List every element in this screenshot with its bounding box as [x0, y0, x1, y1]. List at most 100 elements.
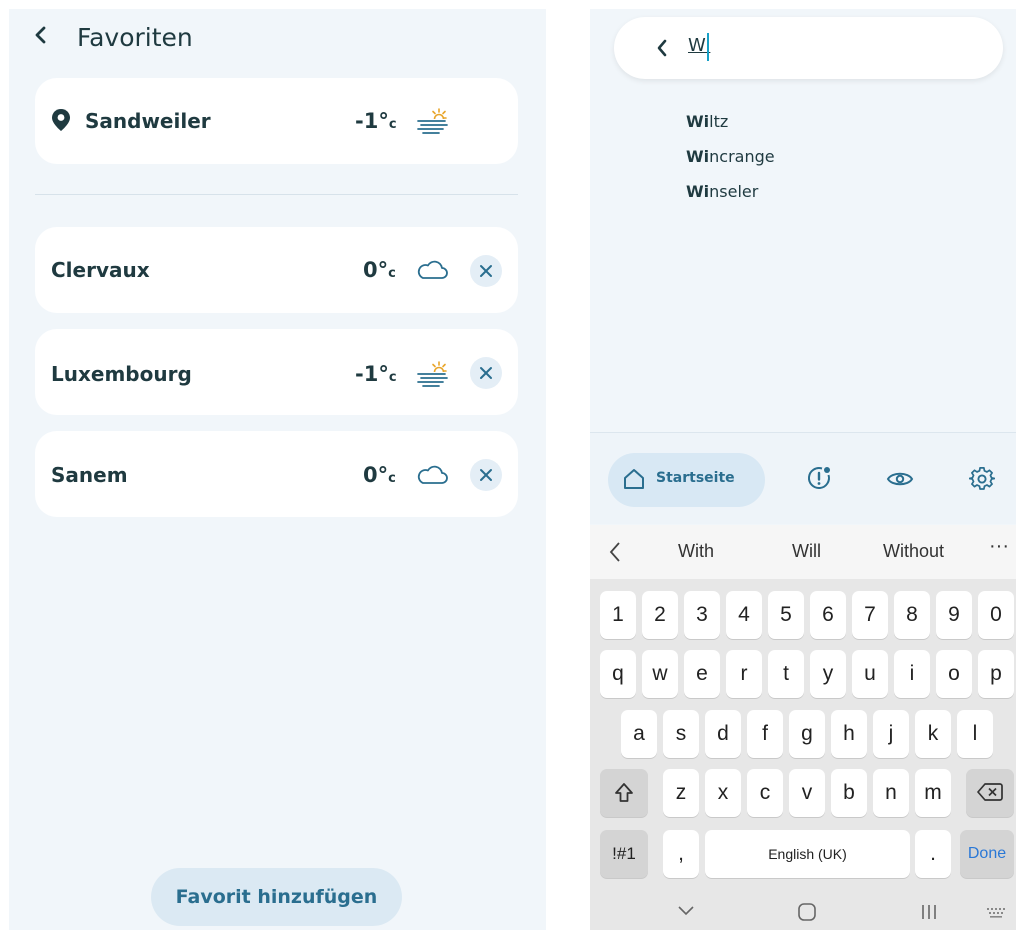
fog-sun-icon: [417, 361, 448, 387]
nav-home-label: Startseite: [656, 470, 735, 486]
prediction-word[interactable]: Without: [883, 541, 944, 562]
cloud-icon: [417, 260, 448, 279]
temperature: -1°c: [355, 362, 397, 386]
keyboard-switch-icon[interactable]: [986, 906, 1008, 920]
key[interactable]: k: [915, 710, 951, 758]
period-key[interactable]: .: [915, 830, 951, 878]
key[interactable]: p: [978, 650, 1014, 698]
home-nav-icon[interactable]: [797, 902, 817, 922]
bottom-navigation: Startseite: [590, 432, 1016, 524]
key[interactable]: 3: [684, 591, 720, 639]
suggestion-item[interactable]: Wiltz: [686, 112, 728, 131]
location-name: Clervaux: [51, 258, 150, 282]
suggestion-item[interactable]: Wincrange: [686, 147, 775, 166]
remove-favorite-button[interactable]: [470, 459, 502, 491]
key[interactable]: a: [621, 710, 657, 758]
favorite-card[interactable]: Luxembourg -1°c: [35, 329, 518, 415]
key[interactable]: z: [663, 769, 699, 817]
search-screen: Wi Wiltz Wincrange Winseler Startseite W…: [590, 9, 1016, 930]
cloud-icon: [417, 465, 448, 484]
key[interactable]: c: [747, 769, 783, 817]
fog-sun-icon: [417, 108, 448, 134]
key[interactable]: o: [936, 650, 972, 698]
location-pin-icon: [52, 109, 70, 131]
key[interactable]: t: [768, 650, 804, 698]
symbols-key[interactable]: !#1: [600, 830, 648, 878]
key[interactable]: 0: [978, 591, 1014, 639]
temperature: -1°c: [355, 109, 397, 133]
alert-icon[interactable]: [806, 465, 832, 491]
close-icon: [480, 265, 492, 277]
key[interactable]: 8: [894, 591, 930, 639]
on-screen-keyboard: With Will Without ··· 1 2 3 4 5 6 7 8 9 …: [590, 525, 1016, 930]
space-key[interactable]: English (UK): [705, 830, 910, 878]
back-chevron-icon[interactable]: [29, 23, 53, 47]
key[interactable]: n: [873, 769, 909, 817]
temperature: 0°c: [363, 463, 396, 487]
key[interactable]: 1: [600, 591, 636, 639]
backspace-icon: [977, 783, 1003, 801]
remove-favorite-button[interactable]: [470, 255, 502, 287]
key[interactable]: r: [726, 650, 762, 698]
key[interactable]: x: [705, 769, 741, 817]
key[interactable]: y: [810, 650, 846, 698]
favorite-card[interactable]: Sanem 0°c: [35, 431, 518, 517]
key[interactable]: v: [789, 769, 825, 817]
home-icon: [624, 469, 644, 489]
add-favorite-label: Favorit hinzufügen: [175, 886, 378, 908]
key[interactable]: 7: [852, 591, 888, 639]
key[interactable]: q: [600, 650, 636, 698]
prediction-bar: With Will Without ···: [590, 525, 1016, 579]
key[interactable]: 5: [768, 591, 804, 639]
backspace-key[interactable]: [966, 769, 1014, 817]
text-cursor: [707, 33, 709, 61]
back-chevron-icon[interactable]: [654, 37, 670, 59]
key[interactable]: b: [831, 769, 867, 817]
close-icon: [480, 367, 492, 379]
key[interactable]: m: [915, 769, 951, 817]
prediction-word[interactable]: Will: [792, 541, 821, 562]
temperature: 0°c: [363, 258, 396, 282]
current-location-card[interactable]: Sandweiler -1°c: [35, 78, 518, 164]
more-options-icon[interactable]: ···: [989, 535, 1009, 558]
system-navigation: [590, 895, 1016, 930]
key[interactable]: s: [663, 710, 699, 758]
key[interactable]: 9: [936, 591, 972, 639]
divider: [35, 194, 518, 195]
add-favorite-button[interactable]: Favorit hinzufügen: [151, 868, 402, 926]
key[interactable]: e: [684, 650, 720, 698]
location-name: Sanem: [51, 463, 128, 487]
key[interactable]: u: [852, 650, 888, 698]
hide-keyboard-icon[interactable]: [677, 905, 695, 917]
key[interactable]: 2: [642, 591, 678, 639]
done-key[interactable]: Done: [960, 830, 1014, 878]
comma-key[interactable]: ,: [663, 830, 699, 878]
prediction-word[interactable]: With: [678, 541, 714, 562]
key[interactable]: l: [957, 710, 993, 758]
key[interactable]: j: [873, 710, 909, 758]
chevron-left-icon[interactable]: [608, 541, 622, 563]
gear-icon[interactable]: [969, 466, 995, 492]
location-name: Sandweiler: [85, 109, 211, 133]
header: Favoriten: [9, 9, 546, 71]
key[interactable]: 4: [726, 591, 762, 639]
location-name: Luxembourg: [51, 362, 192, 386]
suggestion-item[interactable]: Winseler: [686, 182, 758, 201]
favorite-card[interactable]: Clervaux 0°c: [35, 227, 518, 313]
shift-icon: [615, 783, 633, 802]
key[interactable]: 6: [810, 591, 846, 639]
remove-favorite-button[interactable]: [470, 357, 502, 389]
key[interactable]: i: [894, 650, 930, 698]
favorites-screen: Favoriten Sandweiler -1°c Clervaux 0°c L…: [9, 9, 546, 930]
search-bar[interactable]: Wi: [614, 17, 1003, 79]
close-icon: [480, 469, 492, 481]
key[interactable]: w: [642, 650, 678, 698]
eye-icon[interactable]: [886, 469, 914, 489]
shift-key[interactable]: [600, 769, 648, 817]
key[interactable]: d: [705, 710, 741, 758]
key[interactable]: f: [747, 710, 783, 758]
key[interactable]: g: [789, 710, 825, 758]
key[interactable]: h: [831, 710, 867, 758]
recent-apps-icon[interactable]: [920, 903, 938, 921]
nav-home-button[interactable]: Startseite: [608, 453, 765, 507]
